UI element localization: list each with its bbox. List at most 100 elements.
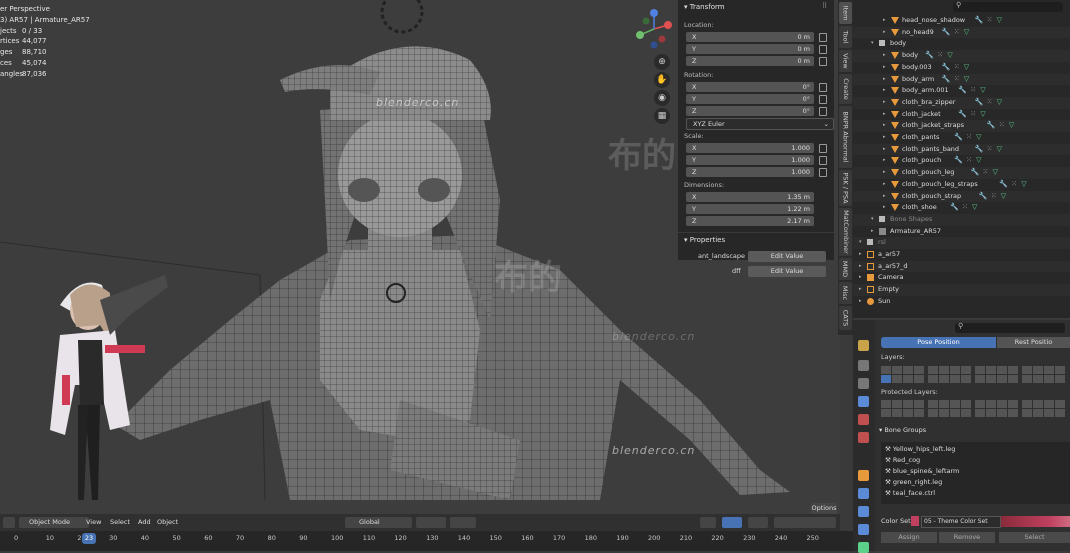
mode-select[interactable]: Object Mode <box>19 517 89 528</box>
outliner-row[interactable]: ▸ cloth_pants_band 🔧 ⁙ ▽ <box>853 143 1070 156</box>
mesh-data-icon[interactable]: ▽ <box>997 97 1002 109</box>
constraints-tab-icon[interactable] <box>858 524 869 535</box>
layer-toggle[interactable] <box>961 400 971 408</box>
expand-toggle-icon[interactable]: ▸ <box>883 74 886 86</box>
vertex-groups-icon[interactable]: ⁙ <box>954 27 960 39</box>
camera-icon[interactable]: ◉ <box>654 90 670 106</box>
layer-toggle[interactable] <box>939 366 949 374</box>
menu-select[interactable]: Select <box>110 517 130 528</box>
dimensions-y-field[interactable]: Y 1.22 m <box>686 204 814 214</box>
bone-group-item[interactable]: ⚒ green_right.leg <box>885 478 942 486</box>
tab-view[interactable]: View <box>839 50 852 72</box>
layer-toggle[interactable] <box>939 375 949 383</box>
menu-object[interactable]: Object <box>157 517 178 528</box>
vertex-groups-icon[interactable]: ⁙ <box>1011 179 1017 191</box>
layer-toggle[interactable] <box>914 409 924 417</box>
lock-icon[interactable] <box>819 33 827 42</box>
scale-x-field[interactable]: X 1.000 <box>686 143 814 153</box>
layer-toggle[interactable] <box>928 409 938 417</box>
expand-toggle-icon[interactable]: ▸ <box>883 144 886 156</box>
layer-toggle[interactable] <box>1022 366 1032 374</box>
vertex-groups-icon[interactable]: ⁙ <box>954 62 960 74</box>
editor-type-icon[interactable] <box>3 517 15 528</box>
layers-grid[interactable] <box>881 366 1070 384</box>
expand-toggle-icon[interactable]: ▾ <box>871 214 874 226</box>
rotation-z-field[interactable]: Z 0° <box>686 106 814 116</box>
layer-toggle[interactable] <box>914 400 924 408</box>
modifier-icon[interactable]: 🔧 <box>942 27 951 39</box>
pivot-icon[interactable] <box>396 517 412 528</box>
layer-toggle[interactable] <box>1055 409 1065 417</box>
layer-toggle[interactable] <box>997 409 1007 417</box>
current-frame-indicator[interactable]: 23 <box>82 533 96 544</box>
rotation-x-field[interactable]: X 0° <box>686 82 814 92</box>
expand-toggle-icon[interactable]: ▸ <box>883 132 886 144</box>
scale-y-field[interactable]: Y 1.000 <box>686 155 814 165</box>
shading-mode-buttons[interactable] <box>774 517 836 528</box>
layer-toggle[interactable] <box>939 409 949 417</box>
expand-toggle-icon[interactable]: ▾ <box>871 38 874 50</box>
outliner-row[interactable]: ▸ cloth_pouch_leg 🔧 ⁙ ▽ <box>853 167 1070 179</box>
location-x-field[interactable]: X 0 m <box>686 32 814 42</box>
bone-group-item[interactable]: ⚒ blue_spine&_leftarm <box>885 467 959 475</box>
layer-toggle[interactable] <box>975 409 985 417</box>
outliner-row[interactable]: ▸ a_ar57_d <box>853 260 1070 273</box>
layer-toggle[interactable] <box>1055 400 1065 408</box>
outliner-row[interactable]: ▸ cloth_pouch 🔧 ⁙ ▽ <box>853 155 1070 167</box>
options-dropdown[interactable]: Options <box>811 503 837 514</box>
modifier-icon[interactable]: 🔧 <box>925 50 934 62</box>
outliner-row[interactable]: ▸ body_arm.001 🔧 ⁙ ▽ <box>853 85 1070 97</box>
layer-toggle[interactable] <box>1033 375 1043 383</box>
outliner-row[interactable]: ▸ cloth_pants 🔧 ⁙ ▽ <box>853 132 1070 144</box>
assign-button[interactable]: Assign <box>881 532 937 543</box>
layer-toggle[interactable] <box>1055 366 1065 374</box>
bone-groups-list[interactable]: ⚒ Yellow_hips_left.leg ⚒ Red_cog ⚒ blue_… <box>881 442 1070 504</box>
layer-toggle[interactable] <box>1044 400 1054 408</box>
layer-toggle[interactable] <box>961 375 971 383</box>
bone-group-item[interactable]: ⚒ Yellow_hips_left.leg <box>885 445 955 453</box>
vertex-groups-icon[interactable]: ⁙ <box>970 109 976 121</box>
outliner-search-input[interactable]: ⚲ <box>953 1 1063 12</box>
properties-header[interactable]: ▾ Properties <box>678 232 834 247</box>
navigation-gizmo[interactable] <box>630 5 678 53</box>
transform-header[interactable]: ▾ Transform <box>678 0 834 14</box>
lock-icon[interactable] <box>819 144 827 153</box>
vertex-groups-icon[interactable]: ⁙ <box>966 155 972 167</box>
tab-matcombiner[interactable]: MatCombiner <box>839 208 852 256</box>
vertex-groups-icon[interactable]: ⁙ <box>999 120 1005 132</box>
expand-toggle-icon[interactable]: ▸ <box>859 284 862 296</box>
lock-icon[interactable] <box>819 168 827 177</box>
layer-toggle[interactable] <box>997 366 1007 374</box>
armature-data-tab-icon[interactable] <box>858 542 869 553</box>
outliner-row[interactable]: ▸ cloth_shoe 🔧 ⁙ ▽ <box>853 202 1070 214</box>
output-tab-icon[interactable] <box>858 378 869 389</box>
outliner-row[interactable]: ▾ rsl <box>853 237 1070 249</box>
layer-toggle[interactable] <box>939 400 949 408</box>
layer-toggle[interactable] <box>950 366 960 374</box>
layer-toggle[interactable] <box>997 375 1007 383</box>
tab-item[interactable]: Item <box>839 2 852 24</box>
modifier-icon[interactable]: 🔧 <box>958 109 967 121</box>
modifier-icon[interactable]: 🔧 <box>954 155 963 167</box>
layer-toggle[interactable] <box>892 400 902 408</box>
expand-toggle-icon[interactable]: ▸ <box>883 62 886 74</box>
outliner-row[interactable]: ▸ cloth_jacket_straps 🔧 ⁙ ▽ <box>853 120 1070 132</box>
layer-toggle[interactable] <box>950 400 960 408</box>
pose-position-button[interactable]: Pose Position <box>881 337 996 348</box>
modifier-icon[interactable]: 🔧 <box>950 202 959 214</box>
expand-toggle-icon[interactable]: ▸ <box>859 296 862 308</box>
bone-groups-header[interactable]: ▾ Bone Groups <box>875 424 1070 436</box>
remove-button[interactable]: Remove <box>939 532 995 543</box>
rest-position-button[interactable]: Rest Positio <box>997 337 1070 348</box>
expand-toggle-icon[interactable]: ▸ <box>883 15 886 27</box>
vertex-groups-icon[interactable]: ⁙ <box>987 97 993 109</box>
mesh-data-icon[interactable]: ▽ <box>980 109 985 121</box>
vertex-groups-icon[interactable]: ⁙ <box>966 132 972 144</box>
location-z-field[interactable]: Z 0 m <box>686 56 814 66</box>
layer-toggle[interactable] <box>986 375 996 383</box>
dimensions-x-field[interactable]: X 1.35 m <box>686 192 814 202</box>
layer-toggle[interactable] <box>986 409 996 417</box>
world-tab-icon[interactable] <box>858 432 869 443</box>
location-y-field[interactable]: Y 0 m <box>686 44 814 54</box>
layer-toggle[interactable] <box>881 375 891 383</box>
